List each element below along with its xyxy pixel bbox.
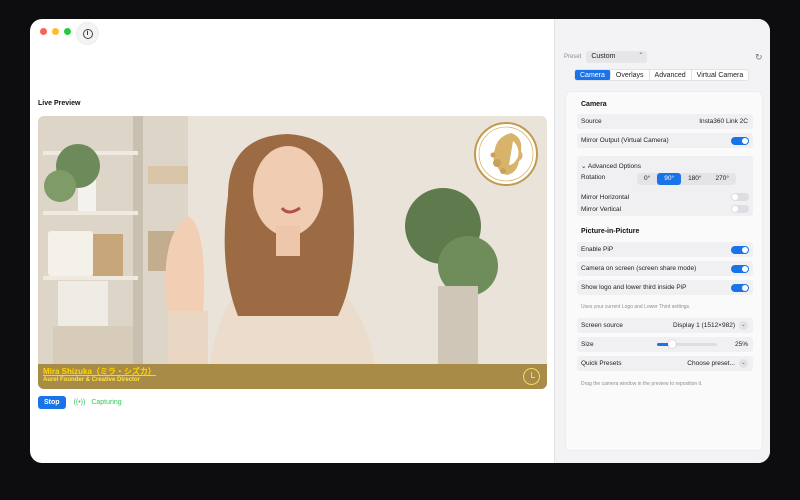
show-logo-label: Show logo and lower third inside PiP bbox=[581, 284, 687, 291]
show-logo-row: Show logo and lower third inside PiP bbox=[577, 280, 753, 295]
size-value: 25% bbox=[734, 341, 748, 348]
source-label: Source bbox=[581, 118, 602, 125]
tab-camera[interactable]: Camera bbox=[575, 70, 611, 80]
screen-source-value: Display 1 (1512×982) bbox=[673, 322, 735, 329]
rotation-option-90[interactable]: 90° bbox=[657, 173, 682, 185]
screen-source-row[interactable]: Screen source Display 1 (1512×982) ⌄ bbox=[577, 318, 753, 333]
info-icon: i bbox=[82, 28, 93, 39]
screen-source-label: Screen source bbox=[581, 322, 623, 329]
close-window-button[interactable] bbox=[40, 28, 47, 35]
minimize-window-button[interactable] bbox=[52, 28, 59, 35]
pip-section-title: Picture-in-Picture bbox=[581, 228, 640, 235]
preset-label: Preset bbox=[564, 54, 582, 60]
advanced-options-label: Advanced Options bbox=[587, 163, 642, 170]
preset-row: Preset Custom ⌃ bbox=[564, 51, 648, 63]
camera-section-title: Camera bbox=[581, 101, 607, 108]
advanced-options-group: ⌄ Advanced Options Rotation 0° 90° 180° … bbox=[577, 156, 753, 216]
rotation-option-0[interactable]: 0° bbox=[637, 173, 657, 185]
quick-presets-row[interactable]: Quick Presets Choose preset... ⌄ bbox=[577, 356, 753, 371]
quick-presets-label: Quick Presets bbox=[581, 360, 622, 367]
mirror-output-label: Mirror Output (Virtual Camera) bbox=[581, 137, 669, 144]
zoom-window-button[interactable] bbox=[64, 28, 71, 35]
capture-controls: Stop ((•)) Capturing bbox=[38, 396, 122, 409]
live-preview-frame[interactable]: Mira Shizuka（ミラ・シズカ） Aurel Founder & Cre… bbox=[38, 116, 547, 389]
clock-icon bbox=[523, 368, 540, 385]
camera-on-screen-row: Camera on screen (screen share mode) bbox=[577, 261, 753, 276]
tab-virtual-camera[interactable]: Virtual Camera bbox=[692, 70, 749, 80]
mirror-vertical-label: Mirror Vertical bbox=[581, 206, 622, 213]
camera-on-screen-label: Camera on screen (screen share mode) bbox=[581, 265, 697, 272]
mirror-horizontal-toggle[interactable] bbox=[731, 193, 749, 201]
show-logo-toggle[interactable] bbox=[731, 284, 749, 292]
broadcast-icon: ((•)) bbox=[73, 399, 86, 406]
info-button[interactable]: i bbox=[77, 23, 98, 44]
preset-select[interactable]: Custom ⌃ bbox=[586, 51, 648, 63]
lower-third-title: Aurel Founder & Creative Director bbox=[43, 377, 141, 383]
size-slider[interactable] bbox=[657, 340, 717, 348]
chevron-down-icon: ⌄ bbox=[581, 163, 587, 170]
enable-pip-row: Enable PiP bbox=[577, 242, 753, 257]
source-row[interactable]: Source Insta360 Link 2C bbox=[577, 114, 753, 129]
settings-tabs: Camera Overlays Advanced Virtual Camera bbox=[574, 69, 750, 81]
enable-pip-label: Enable PiP bbox=[581, 246, 614, 253]
rotation-option-270[interactable]: 270° bbox=[709, 173, 736, 185]
logo-note: Uses your current Logo and Lower Third s… bbox=[581, 304, 691, 310]
preset-value: Custom bbox=[591, 53, 616, 60]
mirror-output-toggle[interactable] bbox=[731, 137, 749, 145]
camera-feed-image bbox=[38, 116, 547, 389]
tab-overlays[interactable]: Overlays bbox=[611, 70, 650, 80]
lower-third-name: Mira Shizuka（ミラ・シズカ） bbox=[43, 367, 156, 376]
mirror-vertical-toggle[interactable] bbox=[731, 205, 749, 213]
chevron-down-icon: ⌄ bbox=[739, 321, 748, 330]
rotation-segmented-control: 0° 90° 180° 270° bbox=[637, 173, 736, 185]
stop-button[interactable]: Stop bbox=[38, 396, 66, 409]
brand-logo bbox=[474, 122, 538, 186]
app-window: i Live Preview Mira Shizuka（ミラ・シズカ） Aure… bbox=[30, 19, 770, 463]
advanced-options-toggle[interactable]: ⌄ Advanced Options bbox=[581, 162, 641, 170]
mirror-output-row: Mirror Output (Virtual Camera) bbox=[577, 133, 753, 148]
settings-sidebar: Preset Custom ⌃ ↻ Camera Overlays Advanc… bbox=[554, 19, 770, 463]
size-label: Size bbox=[581, 341, 594, 348]
size-row: Size 25% bbox=[577, 337, 753, 352]
rotation-label: Rotation bbox=[581, 174, 606, 181]
refresh-icon[interactable]: ↻ bbox=[755, 52, 763, 63]
camera-on-screen-toggle[interactable] bbox=[731, 265, 749, 273]
lower-third-overlay: Mira Shizuka（ミラ・シズカ） Aurel Founder & Cre… bbox=[38, 364, 547, 389]
camera-settings-panel: Camera Source Insta360 Link 2C Mirror Ou… bbox=[565, 91, 763, 451]
quick-presets-value: Choose preset... bbox=[687, 360, 735, 367]
capture-status: Capturing bbox=[91, 399, 122, 406]
window-controls bbox=[40, 28, 71, 35]
tab-advanced[interactable]: Advanced bbox=[650, 70, 692, 80]
drag-note: Drag the camera window in the preview to… bbox=[581, 381, 703, 387]
rotation-option-180[interactable]: 180° bbox=[681, 173, 708, 185]
enable-pip-toggle[interactable] bbox=[731, 246, 749, 254]
size-slider-handle[interactable] bbox=[668, 340, 676, 348]
source-value: Insta360 Link 2C bbox=[699, 118, 748, 125]
chevron-updown-icon: ⌃ bbox=[638, 53, 644, 59]
mirror-horizontal-label: Mirror Horizontal bbox=[581, 194, 630, 201]
chevron-down-icon: ⌄ bbox=[739, 359, 748, 368]
live-preview-heading: Live Preview bbox=[38, 100, 81, 107]
